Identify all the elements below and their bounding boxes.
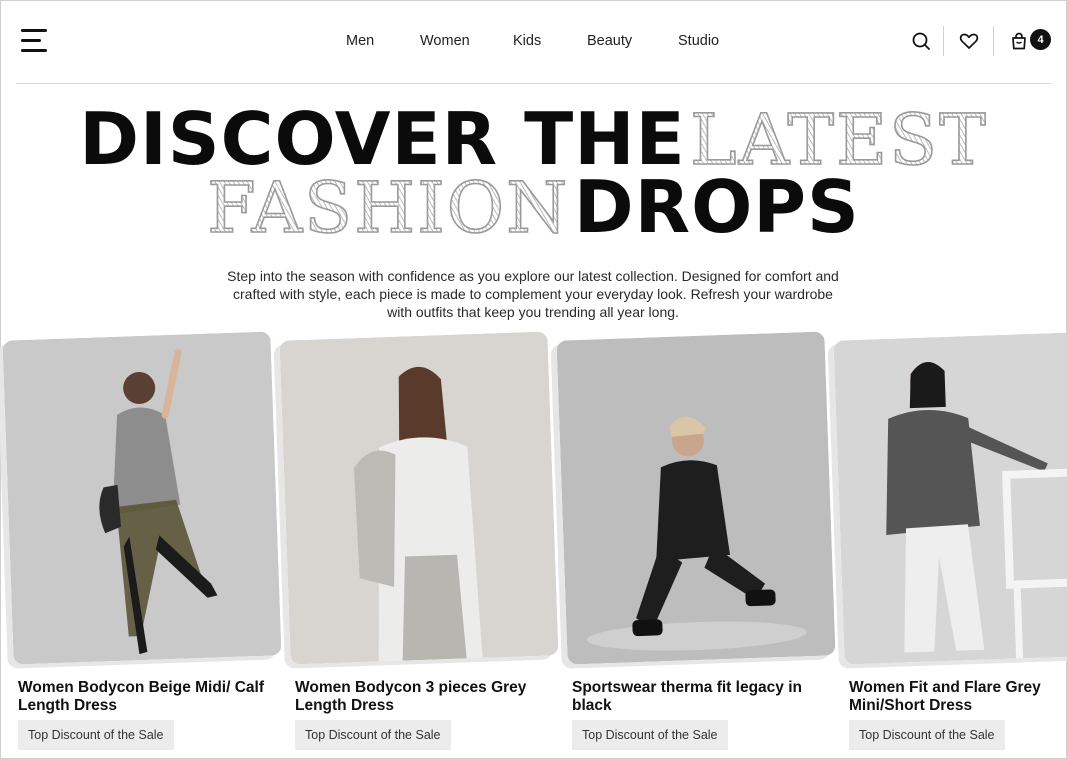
discount-tag[interactable]: Top Discount of the Sale: [18, 720, 174, 750]
search-icon[interactable]: [908, 28, 934, 54]
nav-link-men[interactable]: Men: [346, 33, 374, 49]
header-divider: [993, 26, 994, 56]
hero-bold-text: DROPS: [573, 165, 860, 249]
product-name[interactable]: Sportswear therma fit legacy in black: [572, 679, 834, 715]
hero-description: Step into the season with confidence as …: [227, 268, 839, 320]
product-image[interactable]: [556, 331, 836, 665]
nav-link-studio[interactable]: Studio: [678, 33, 719, 49]
product-image[interactable]: [279, 331, 559, 665]
heart-icon[interactable]: [956, 28, 982, 54]
header-divider: [943, 26, 944, 56]
product-image[interactable]: [833, 331, 1067, 665]
shopping-bag-icon[interactable]: [1006, 28, 1032, 54]
discount-tag[interactable]: Top Discount of the Sale: [572, 720, 728, 750]
discount-tag[interactable]: Top Discount of the Sale: [295, 720, 451, 750]
site-header: Men Women Kids Beauty Studio 4: [16, 0, 1051, 84]
product-image[interactable]: [2, 331, 282, 665]
hero-heading-line-2: FASHION DROPS: [0, 165, 1067, 250]
nav-link-kids[interactable]: Kids: [513, 33, 541, 49]
nav-link-women[interactable]: Women: [420, 33, 470, 49]
product-name[interactable]: Women Bodycon Beige Midi/ Calf Length Dr…: [18, 679, 280, 715]
cart-count-badge: 4: [1030, 29, 1051, 50]
product-name[interactable]: Women Bodycon 3 pieces Grey Length Dress: [295, 679, 557, 715]
discount-tag[interactable]: Top Discount of the Sale: [849, 720, 1005, 750]
nav-link-beauty[interactable]: Beauty: [587, 33, 632, 49]
product-name[interactable]: Women Fit and Flare Grey Mini/Short Dres…: [849, 679, 1067, 715]
hero-sketch-text: FASHION: [206, 166, 570, 250]
main-nav: Men Women Kids Beauty Studio: [16, 33, 1051, 53]
